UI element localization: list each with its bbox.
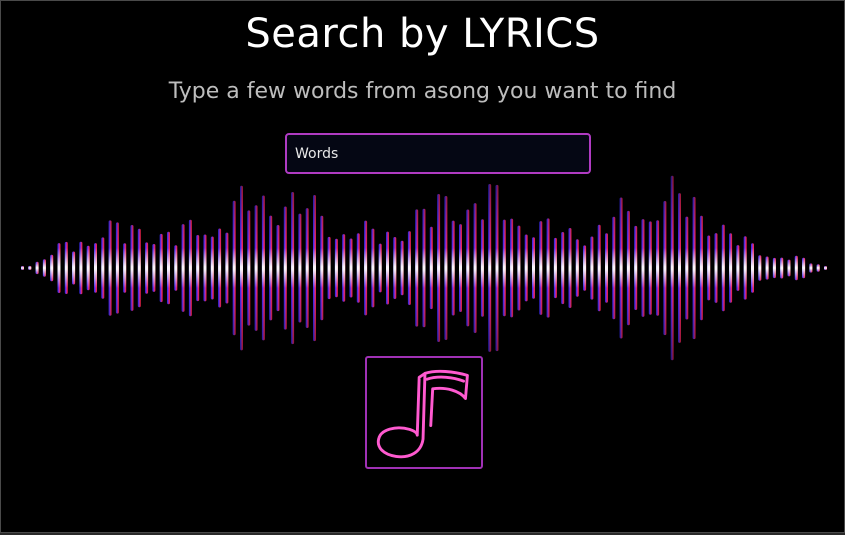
sound-wave-decoration [1,161,844,376]
wave-fade-overlay [1,161,844,376]
page-title: Search by LYRICS [245,11,600,57]
search-button[interactable] [365,356,483,469]
app-window: Search by LYRICS Type a few words from a… [0,0,845,533]
page-subtitle: Type a few words from asong you want to … [168,79,677,104]
music-note-icon [376,369,469,459]
lyrics-search-input[interactable] [285,133,591,174]
resize-grip[interactable] [802,529,842,532]
